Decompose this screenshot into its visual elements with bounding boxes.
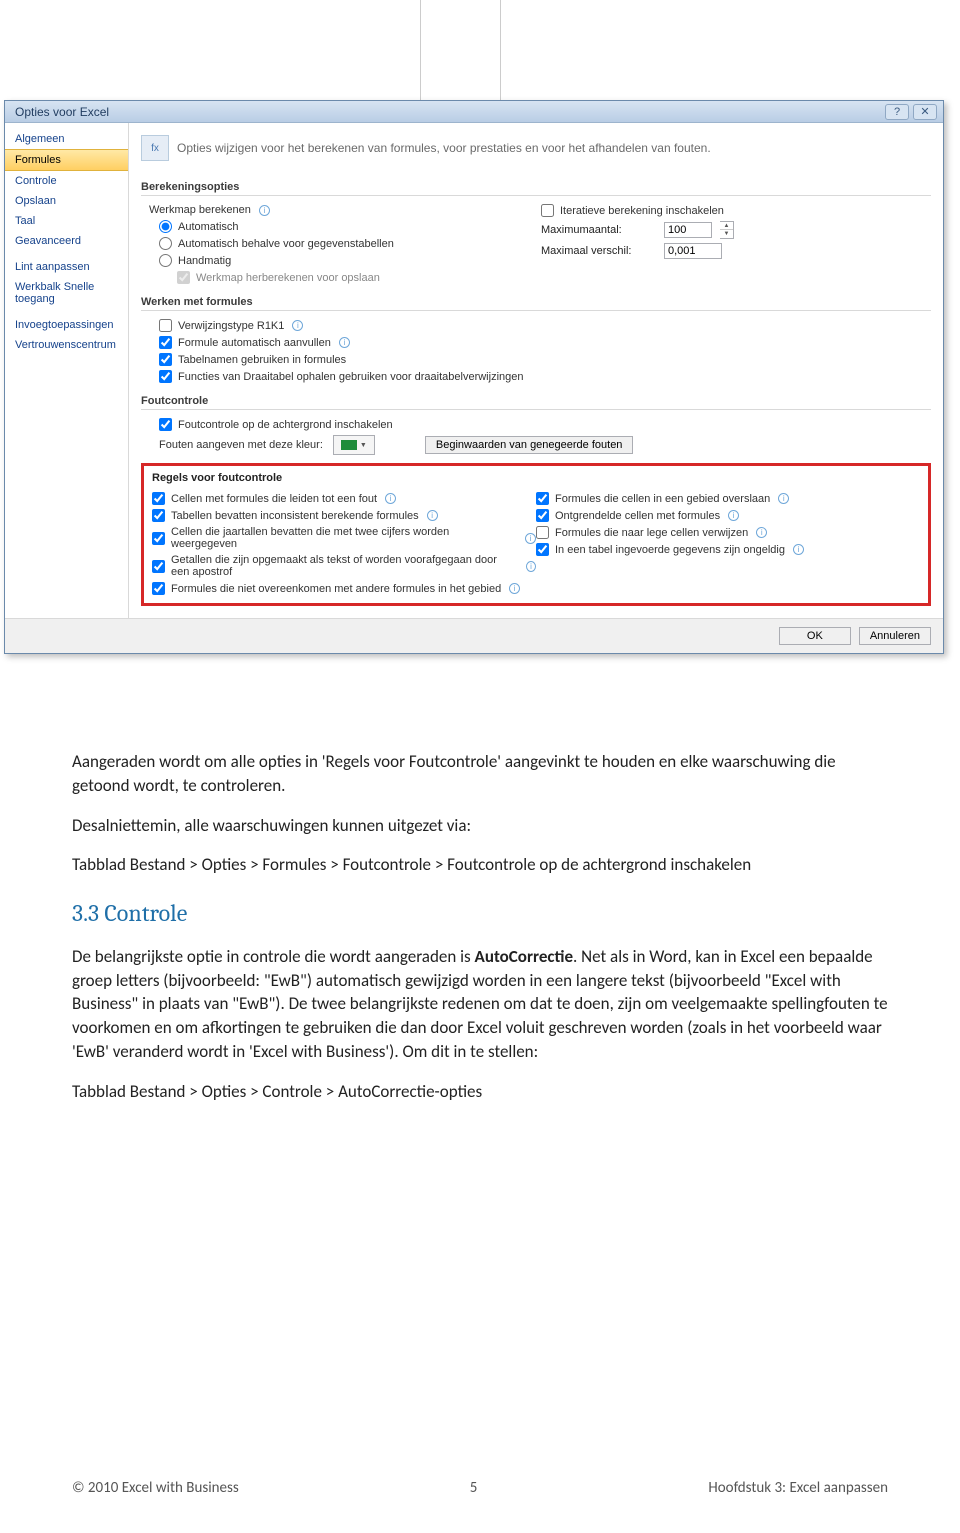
checkbox-bg-errcheck[interactable] (159, 418, 172, 431)
spinner-down-icon[interactable]: ▼ (720, 230, 733, 238)
info-icon[interactable]: i (756, 527, 767, 538)
footer-left: © 2010 Excel with Business (72, 1479, 239, 1497)
dialog-sidebar: Algemeen Formules Controle Opslaan Taal … (5, 123, 129, 618)
error-color-label: Fouten aangeven met deze kleur: (159, 439, 323, 451)
dialog-footer: OK Annuleren (5, 618, 943, 653)
checkbox-iterative[interactable] (541, 204, 554, 217)
section-calc-header: Berekeningsopties (141, 179, 931, 196)
checkbox-r1c1[interactable] (159, 319, 172, 332)
sidebar-item-controle[interactable]: Controle (5, 171, 128, 191)
info-icon[interactable]: i (259, 205, 270, 216)
info-icon[interactable]: i (778, 493, 789, 504)
max-iter-input[interactable] (664, 222, 712, 238)
checkbox-autocomplete[interactable] (159, 336, 172, 349)
sidebar-item-taal[interactable]: Taal (5, 211, 128, 231)
doc-path-2: Tabblad Bestand > Opties > Controle > Au… (72, 1080, 888, 1104)
sidebar-item-vertrouwen[interactable]: Vertrouwenscentrum (5, 335, 128, 355)
chevron-down-icon: ▼ (360, 442, 367, 449)
doc-paragraph-3: De belangrijkste optie in controle die w… (72, 945, 888, 1064)
max-iter-label: Maximumaantal: (541, 224, 656, 236)
info-icon[interactable]: i (509, 583, 520, 594)
radio-manual[interactable] (159, 254, 172, 267)
info-icon[interactable]: i (385, 493, 396, 504)
footer-page-number: 5 (470, 1479, 478, 1497)
rule-check-left-3[interactable] (152, 560, 165, 573)
info-icon[interactable]: i (728, 510, 739, 521)
sidebar-item-formules[interactable]: Formules (5, 149, 128, 171)
rule-check-right-0[interactable] (536, 492, 549, 505)
doc-paragraph-2-intro: Desalniettemin, alle waarschuwingen kunn… (72, 814, 888, 838)
radio-auto[interactable] (159, 220, 172, 233)
rule-check-left-1[interactable] (152, 509, 165, 522)
sidebar-item-invoeg[interactable]: Invoegtoepassingen (5, 315, 128, 335)
radio-auto-except[interactable] (159, 237, 172, 250)
close-icon[interactable]: ✕ (913, 104, 937, 120)
section-errcheck-header: Foutcontrole (141, 393, 931, 410)
max-change-input[interactable] (664, 243, 722, 259)
sidebar-item-algemeen[interactable]: Algemeen (5, 129, 128, 149)
rule-check-right-2[interactable] (536, 526, 549, 539)
rule-check-left-4[interactable] (152, 582, 165, 595)
cancel-button[interactable]: Annuleren (859, 627, 931, 645)
info-icon[interactable]: i (525, 533, 536, 544)
pane-description: Opties wijzigen voor het berekenen van f… (177, 141, 711, 155)
error-rules-highlight-box: Regels voor foutcontrole Cellen met form… (141, 463, 931, 606)
spinner-up-icon[interactable]: ▲ (720, 222, 733, 230)
max-change-label: Maximaal verschil: (541, 245, 656, 257)
rule-check-right-1[interactable] (536, 509, 549, 522)
help-icon[interactable]: ? (885, 104, 909, 120)
section-rules-header: Regels voor foutcontrole (152, 472, 920, 484)
info-icon[interactable]: i (339, 337, 350, 348)
excel-options-dialog: Opties voor Excel ? ✕ Algemeen Formules … (4, 100, 944, 654)
checkbox-recalc-save (177, 271, 190, 284)
doc-path-1: Tabblad Bestand > Opties > Formules > Fo… (72, 853, 888, 877)
rule-check-left-2[interactable] (152, 532, 165, 545)
sidebar-item-geavanceerd[interactable]: Geavanceerd (5, 231, 128, 251)
dialog-title: Opties voor Excel (15, 105, 109, 119)
footer-right: Hoofdstuk 3: Excel aanpassen (708, 1479, 888, 1497)
rule-check-left-0[interactable] (152, 492, 165, 505)
sidebar-item-opslaan[interactable]: Opslaan (5, 191, 128, 211)
error-color-picker[interactable]: ▼ (333, 435, 375, 455)
section-formulas-header: Werken met formules (141, 294, 931, 311)
ok-button[interactable]: OK (779, 627, 851, 645)
info-icon[interactable]: i (526, 561, 536, 572)
rule-check-right-3[interactable] (536, 543, 549, 556)
info-icon[interactable]: i (793, 544, 804, 555)
reset-ignored-errors-button[interactable]: Beginwaarden van genegeerde fouten (425, 436, 634, 454)
dialog-titlebar[interactable]: Opties voor Excel ? ✕ (5, 101, 943, 123)
sidebar-item-lint[interactable]: Lint aanpassen (5, 257, 128, 277)
checkbox-pivot[interactable] (159, 370, 172, 383)
dialog-main-pane: fx Opties wijzigen voor het berekenen va… (129, 123, 943, 618)
color-swatch-icon (341, 440, 357, 450)
page-footer: © 2010 Excel with Business 5 Hoofdstuk 3… (72, 1479, 888, 1497)
formulas-pane-icon: fx (141, 135, 169, 161)
doc-paragraph-1: Aangeraden wordt om alle opties in 'Rege… (72, 750, 888, 798)
sidebar-item-werkbalk[interactable]: Werkbalk Snelle toegang (5, 277, 128, 309)
info-icon[interactable]: i (427, 510, 438, 521)
doc-heading-3-3: 3.3 Controle (72, 897, 888, 931)
document-body: Aangeraden wordt om alle opties in 'Rege… (72, 750, 888, 1124)
info-icon[interactable]: i (292, 320, 303, 331)
checkbox-tablenames[interactable] (159, 353, 172, 366)
calc-group-label: Werkmap berekenen (149, 204, 251, 216)
